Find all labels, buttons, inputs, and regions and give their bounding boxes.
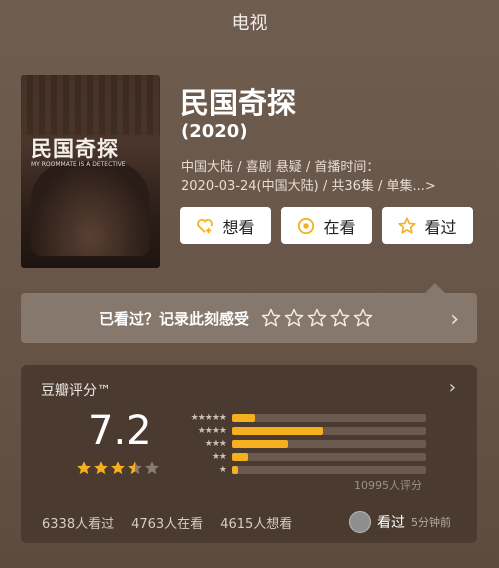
- rating-count: 10995人评分: [354, 479, 422, 492]
- heart-plus-icon: [197, 218, 214, 233]
- rate-star-icon[interactable]: [330, 308, 350, 328]
- record-bar-notch: [425, 283, 445, 293]
- douban-rating-card[interactable]: 豆瓣评分™ › 7.2 ★★★★★ ★★★★ ★★★ ★★ ★ 10995人评分 633…: [21, 365, 477, 543]
- rate-star-icon[interactable]: [261, 308, 281, 328]
- distribution-stars: ★★★★★: [190, 412, 227, 423]
- want-to-watch-button[interactable]: 想看: [180, 207, 271, 244]
- distribution-row: ★★★★★: [171, 411, 431, 424]
- star-outline-icon: [398, 217, 417, 234]
- distribution-row: ★★★: [171, 437, 431, 450]
- top-bar: 电视: [0, 0, 499, 44]
- record-feeling-text: 已看过？记录此刻感受: [99, 309, 250, 328]
- friend-avatar: [349, 511, 371, 533]
- distribution-track: [232, 426, 426, 435]
- distribution-stars: ★★★★: [197, 425, 227, 436]
- distribution-track: [232, 465, 426, 474]
- distribution-stars: ★★: [211, 451, 227, 462]
- distribution-row: ★★★★: [171, 424, 431, 437]
- rating-chevron-icon: ›: [448, 377, 456, 398]
- watching-count[interactable]: 4763人在看: [131, 513, 203, 532]
- score-stars: [76, 460, 160, 476]
- movie-title: 民国奇探: [180, 86, 297, 120]
- rating-footer: 6338人看过 4763人在看 4615人想看: [42, 513, 292, 532]
- distribution-track: [232, 413, 426, 422]
- rate-stars[interactable]: [261, 308, 373, 328]
- friend-activity-time: 5分钟前: [411, 516, 451, 529]
- friend-activity-label: 看过: [377, 515, 405, 531]
- score-star-icon: [111, 461, 125, 475]
- distribution-stars: ★: [218, 464, 227, 475]
- rate-star-icon[interactable]: [307, 308, 327, 328]
- distribution-track: [232, 452, 426, 461]
- meta-line-2: 2020-03-24(中国大陆) / 共36集 / 单集...>: [181, 179, 436, 194]
- distribution-row: ★★: [171, 450, 431, 463]
- rating-distribution: ★★★★★ ★★★★ ★★★ ★★ ★: [171, 411, 431, 476]
- distribution-bar: [232, 439, 289, 448]
- friend-activity[interactable]: 看过 5分钟前: [349, 511, 451, 533]
- rate-star-icon[interactable]: [353, 308, 373, 328]
- page-title: 电视: [231, 13, 268, 34]
- rating-header: 豆瓣评分™: [41, 383, 111, 399]
- distribution-row: ★: [171, 463, 431, 476]
- distribution-stars: ★★★: [204, 438, 227, 449]
- watched-label: 看过: [424, 217, 457, 237]
- distribution-bar: [232, 426, 324, 435]
- poster-subtitle: MY ROOMMATE IS A DETECTIVE: [31, 161, 126, 168]
- want-to-watch-label: 想看: [222, 217, 255, 237]
- poster-title: 民国奇探: [31, 136, 119, 161]
- rate-star-icon[interactable]: [284, 308, 304, 328]
- distribution-bar: [232, 452, 248, 461]
- distribution-bar: [232, 465, 238, 474]
- rating-score: 7.2: [88, 408, 152, 454]
- target-icon: [298, 217, 315, 234]
- meta-line-1: 中国大陆 / 喜剧 悬疑 / 首播时间：: [181, 160, 380, 175]
- watched-button[interactable]: 看过: [382, 207, 473, 244]
- watching-button[interactable]: 在看: [281, 207, 372, 244]
- wish-count[interactable]: 4615人想看: [220, 513, 292, 532]
- distribution-bar: [232, 413, 256, 422]
- watched-count[interactable]: 6338人看过: [42, 513, 114, 532]
- watching-label: 在看: [323, 217, 356, 237]
- distribution-track: [232, 439, 426, 448]
- score-star-icon: [128, 461, 142, 475]
- record-feeling-bar[interactable]: 已看过？记录此刻感受 ›: [21, 293, 477, 343]
- chevron-right-icon: ›: [450, 307, 459, 332]
- movie-meta[interactable]: 中国大陆 / 喜剧 悬疑 / 首播时间： 2020-03-24(中国大陆) / …: [181, 158, 481, 196]
- movie-year: (2020): [181, 121, 248, 142]
- score-star-icon: [145, 461, 159, 475]
- score-star-icon: [77, 461, 91, 475]
- action-buttons: 想看 在看 看过: [180, 207, 473, 244]
- score-star-icon: [94, 461, 108, 475]
- poster-image[interactable]: 民国奇探 MY ROOMMATE IS A DETECTIVE: [21, 75, 160, 268]
